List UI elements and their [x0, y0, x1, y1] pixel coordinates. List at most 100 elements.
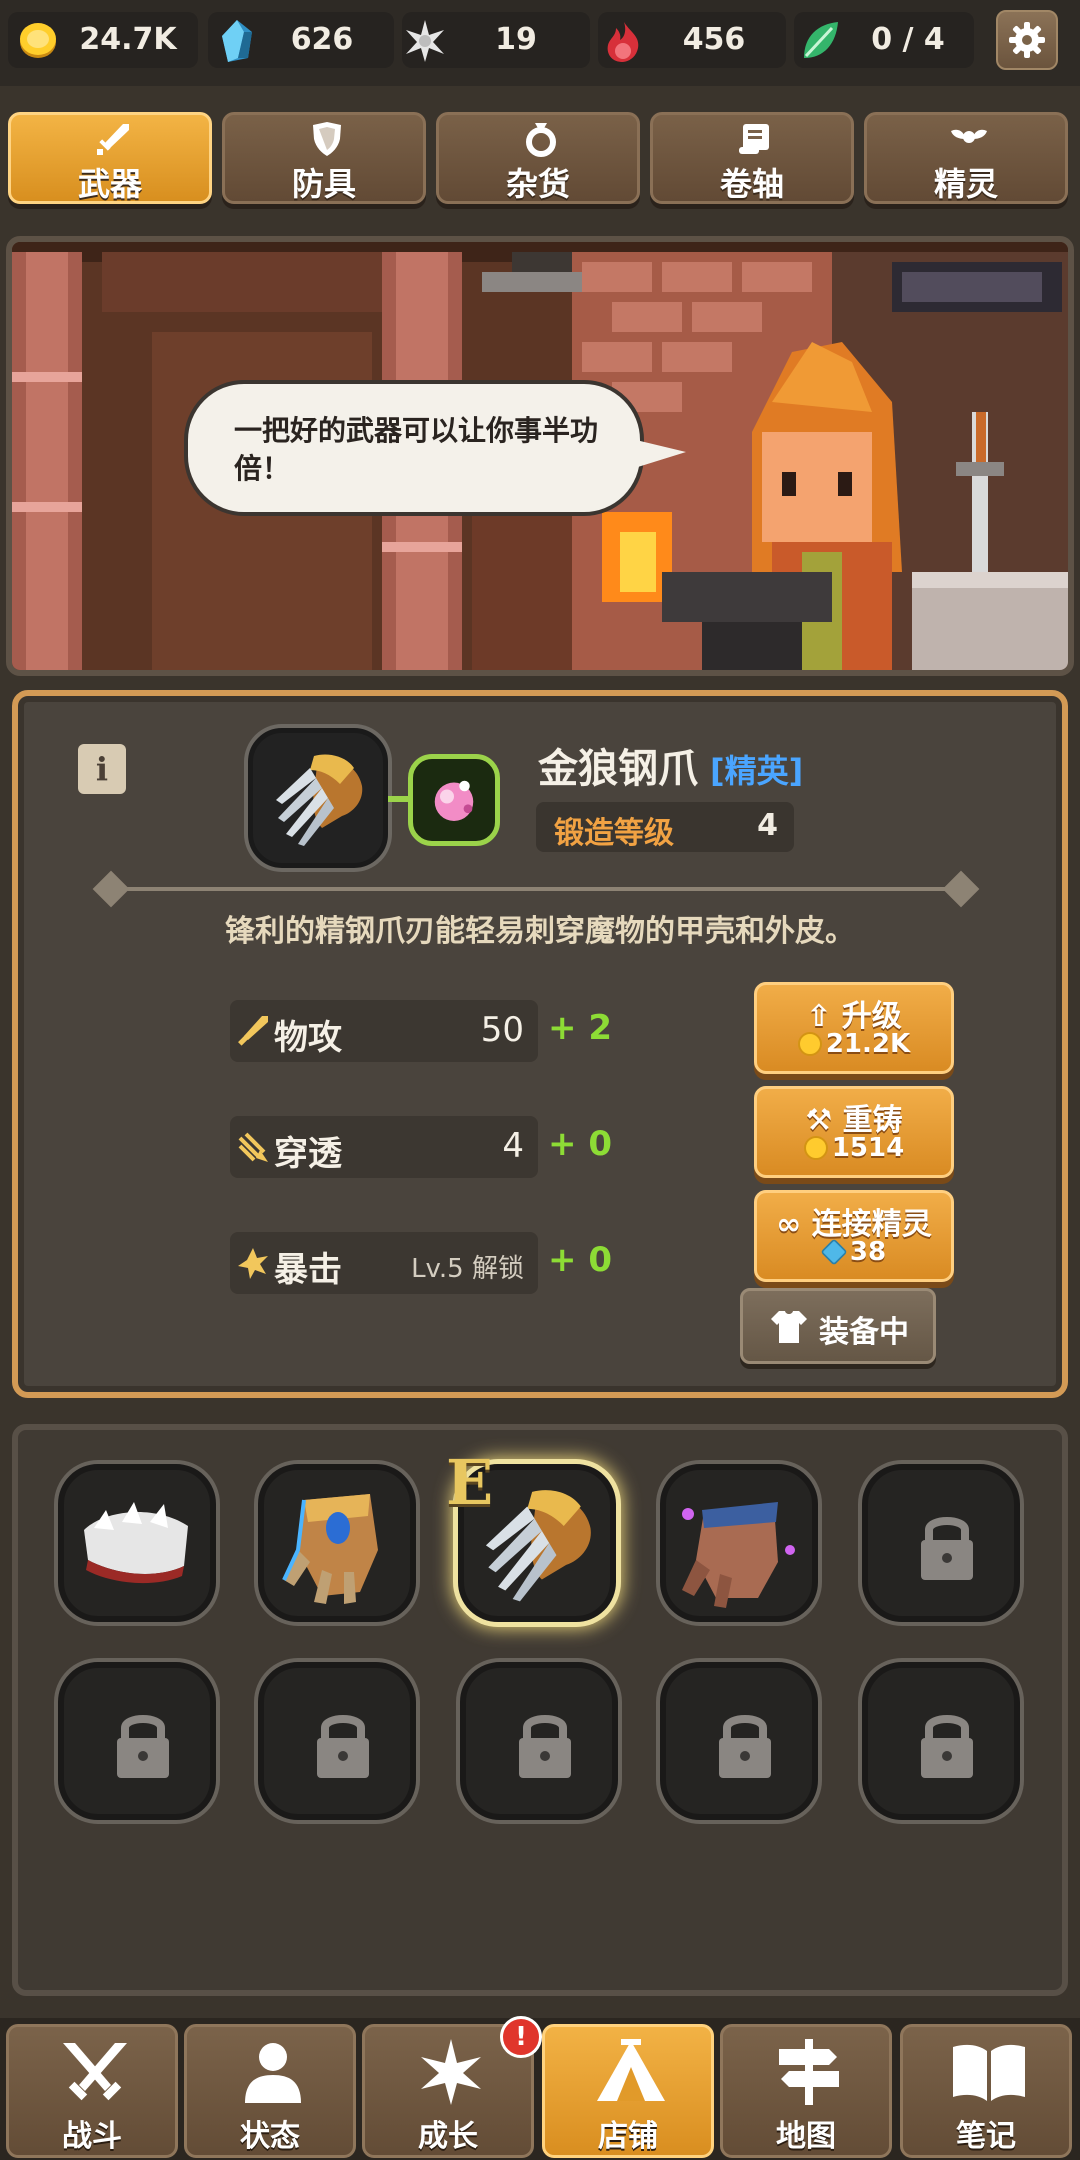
nav-growth-label: 成长	[418, 2119, 478, 2154]
spirit-slot[interactable]	[408, 754, 500, 846]
padlock-icon	[921, 1715, 973, 1778]
inventory-slot-8-locked[interactable]	[460, 1662, 618, 1820]
inventory-slot-1[interactable]	[58, 1464, 216, 1622]
silver-spiked-gauntlet-icon	[84, 1502, 188, 1584]
white-star-shard-icon	[406, 20, 444, 62]
gold-coin-icon	[20, 23, 56, 58]
equipped-label: 装备中	[819, 1315, 909, 1350]
gem-counter[interactable]: 626	[208, 12, 394, 68]
link-spirit-cost-value: 38	[849, 1237, 887, 1267]
stat-pierce-value: 4	[502, 1126, 524, 1166]
spirit-link-connector	[388, 796, 410, 802]
nav-notes-label: 笔记	[956, 2119, 1016, 2154]
item-icon-frame[interactable]	[248, 728, 388, 868]
nav-battle-label: 战斗	[62, 2119, 122, 2154]
item-description: 锋利的精钢爪刃能轻易刺穿魔物的甲壳和外皮。	[225, 914, 855, 949]
tab-spirits[interactable]: 精灵	[864, 112, 1068, 204]
link-spirit-button[interactable]: ∞ 连接精灵 38	[754, 1190, 954, 1282]
stat-pierce: 穿透 4	[230, 1116, 538, 1178]
inventory-slot-4[interactable]	[660, 1464, 818, 1622]
category-tabs: 武器 防具 杂货 卷轴 精灵	[0, 108, 1080, 208]
inventory-slot-7-locked[interactable]	[258, 1662, 416, 1820]
tab-weapons[interactable]: 武器	[8, 112, 212, 204]
nav-status-label: 状态	[240, 2119, 300, 2154]
pink-spirit-icon	[434, 780, 474, 821]
nav-map[interactable]: 地图	[720, 2024, 892, 2158]
leaf-counter[interactable]: 0 / 4	[794, 12, 974, 68]
leaf-value: 0 / 4	[871, 22, 945, 57]
inventory-slot-9-locked[interactable]	[660, 1662, 818, 1820]
nav-shop[interactable]: 店铺	[542, 2024, 714, 2158]
armor-shirt-icon	[771, 1311, 807, 1343]
blue-gem-gauntlet-icon	[282, 1494, 378, 1604]
crossed-swords-icon	[63, 2043, 127, 2101]
divider-left-ornament	[92, 870, 130, 908]
spirit-wings-icon	[951, 129, 987, 143]
upgrade-button[interactable]: ⇧ 升级 21.2K	[754, 982, 954, 1074]
gold-counter[interactable]: 24.7K	[8, 12, 198, 68]
critical-burst-icon	[238, 1248, 268, 1279]
green-leaf-icon	[804, 22, 838, 58]
inventory-slot-2[interactable]	[258, 1464, 416, 1622]
upgrade-cost: 21.2K	[757, 1029, 951, 1059]
nav-battle[interactable]: 战斗	[6, 2024, 178, 2158]
info-icon: i	[95, 750, 109, 788]
speech-bubble: 一把好的武器可以让你事半功倍！	[184, 380, 644, 516]
padlock-icon	[921, 1517, 973, 1580]
golden-wolf-claw-icon	[276, 754, 363, 846]
stat-critical: 暴击 Lv.5 解锁	[230, 1232, 538, 1294]
tab-goods-label: 杂货	[505, 165, 570, 203]
selected-item-grade: E	[446, 1446, 494, 1519]
gem-value: 626	[290, 22, 354, 57]
shop-scene: 一把好的武器可以让你事半功倍！	[6, 236, 1074, 676]
scroll-icon	[739, 124, 769, 154]
tab-spirits-label: 精灵	[933, 165, 998, 203]
nav-notes[interactable]: 笔记	[900, 2024, 1072, 2158]
stat-critical-bonus: + 0	[548, 1240, 612, 1280]
tab-armor[interactable]: 防具	[222, 112, 426, 204]
tab-scrolls[interactable]: 卷轴	[650, 112, 854, 204]
info-button[interactable]: i	[78, 744, 126, 794]
signpost-icon	[779, 2039, 839, 2105]
tab-goods[interactable]: 杂货	[436, 112, 640, 204]
divider-right-ornament	[942, 870, 980, 908]
padlock-icon	[317, 1715, 369, 1778]
reforge-cost-value: 1514	[831, 1133, 905, 1163]
mage-glove-icon	[682, 1502, 795, 1608]
sword-icon	[97, 124, 129, 155]
tab-armor-label: 防具	[291, 165, 356, 203]
gold-coin-icon	[803, 1136, 828, 1160]
settings-button[interactable]	[996, 10, 1058, 70]
sword-attack-icon	[238, 1016, 268, 1046]
item-rarity: [精英]	[710, 752, 804, 790]
gear-icon	[1009, 22, 1045, 58]
person-icon	[245, 2043, 301, 2103]
blue-gem-icon	[222, 20, 252, 62]
gold-value: 24.7K	[79, 22, 177, 57]
forge-level-label: 锻造等级	[554, 816, 674, 851]
stat-attack: 物攻 50	[230, 1000, 538, 1062]
padlock-icon	[719, 1715, 771, 1778]
stat-pierce-bonus: + 0	[548, 1124, 612, 1164]
star-shard-value: 19	[495, 22, 537, 57]
stat-critical-label: 暴击	[274, 1250, 342, 1290]
nav-shop-label: 店铺	[598, 2119, 658, 2154]
reforge-button[interactable]: ⚒ 重铸 1514	[754, 1086, 954, 1178]
divider	[108, 887, 958, 891]
stat-attack-bonus: + 2	[548, 1008, 612, 1048]
inventory-slot-6-locked[interactable]	[58, 1662, 216, 1820]
flame-counter[interactable]: 456	[598, 12, 786, 68]
forge-level-box: 锻造等级 4	[536, 802, 794, 852]
inventory-slot-10-locked[interactable]	[862, 1662, 1020, 1820]
tent-shop-icon	[597, 2039, 665, 2101]
star-shard-counter[interactable]: 19	[402, 12, 590, 68]
nav-status[interactable]: 状态	[184, 2024, 356, 2158]
open-book-icon	[953, 2044, 1025, 2101]
shield-icon	[313, 122, 341, 156]
tab-scrolls-label: 卷轴	[719, 165, 784, 203]
pierce-icon	[238, 1132, 268, 1162]
equipped-button[interactable]: 装备中	[740, 1288, 936, 1364]
inventory-slot-5-locked[interactable]	[862, 1464, 1020, 1622]
ring-icon	[526, 123, 556, 157]
resource-bar: 24.7K 626 19 456 0 / 4	[0, 0, 1080, 86]
